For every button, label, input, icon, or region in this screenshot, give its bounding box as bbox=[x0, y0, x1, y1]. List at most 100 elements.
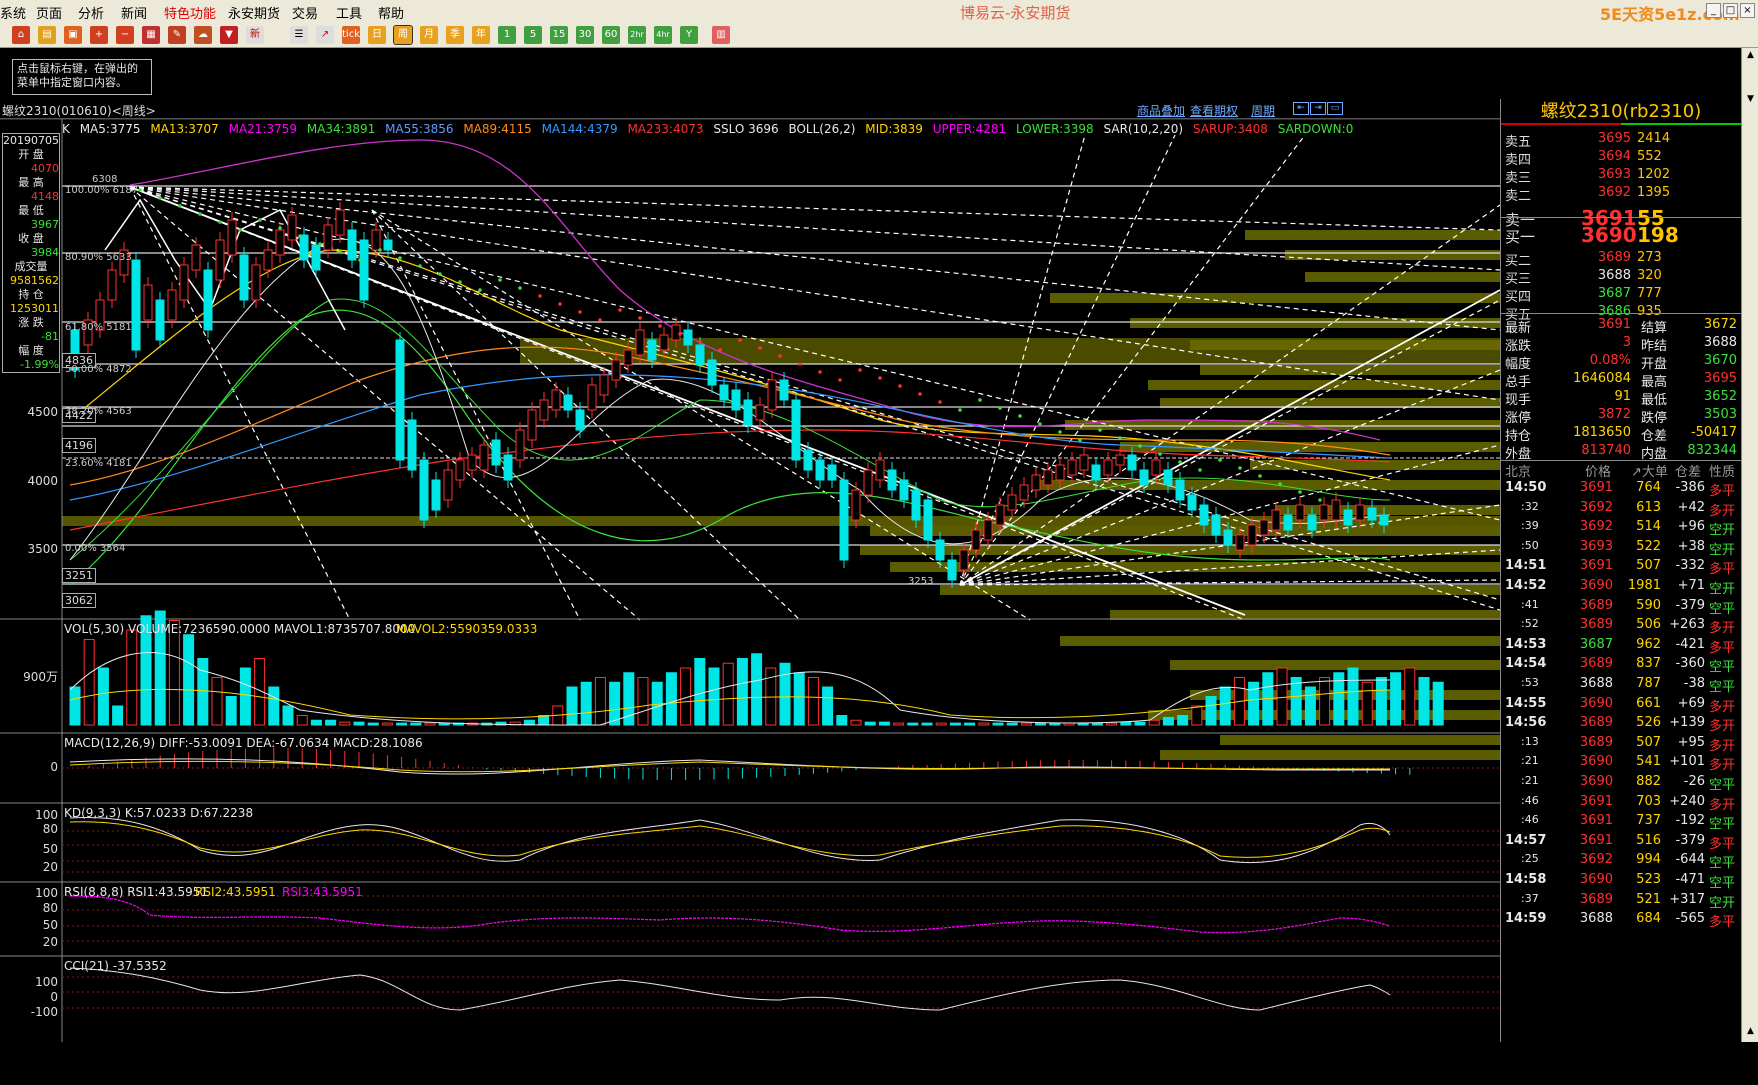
scroll-down-icon[interactable]: ▼ bbox=[1745, 94, 1756, 105]
sar-dot bbox=[978, 398, 982, 402]
volume-bar bbox=[1290, 677, 1302, 726]
tick-nature: 多开 bbox=[1709, 621, 1736, 637]
ask-price: 3694 bbox=[1597, 149, 1631, 164]
stat-label: 跌停 bbox=[1641, 411, 1668, 426]
volume-bar bbox=[197, 658, 209, 726]
quote-title[interactable]: 螺纹2310(rb2310) bbox=[1501, 99, 1741, 125]
volume-bar bbox=[836, 715, 848, 726]
tick-volume: 521 bbox=[1636, 891, 1661, 907]
candle-down bbox=[383, 239, 393, 251]
scroll-up-icon[interactable]: ▲ bbox=[1745, 1026, 1756, 1037]
sar-dot bbox=[438, 272, 442, 276]
volume-bar bbox=[893, 722, 905, 726]
stat-value: 813740 bbox=[1581, 443, 1631, 458]
candle-down bbox=[695, 344, 705, 366]
candle-up bbox=[767, 379, 777, 411]
candle-up bbox=[515, 429, 525, 461]
sar-dot bbox=[678, 332, 682, 336]
candle-down bbox=[887, 469, 897, 491]
ask-row[interactable]: 卖二 3692 1395 bbox=[1501, 185, 1742, 205]
stat-row: 总手 1646084 最高 3695 bbox=[1501, 371, 1742, 391]
tick-price: 3693 bbox=[1579, 538, 1613, 554]
sar-dot bbox=[338, 250, 342, 254]
volume-bar bbox=[538, 715, 550, 726]
sar-dot bbox=[478, 288, 482, 292]
candle-up bbox=[1295, 504, 1305, 521]
tick-volume: 523 bbox=[1636, 872, 1661, 887]
minimize-button[interactable]: _ bbox=[1706, 3, 1721, 18]
bid-row[interactable]: 买四 3687 777 bbox=[1501, 286, 1742, 306]
tick-nature: 多开 bbox=[1709, 719, 1736, 735]
tick-time: :53 bbox=[1521, 676, 1539, 689]
tick-nature: 空平 bbox=[1709, 778, 1736, 793]
bid-row[interactable]: 买三 3688 320 bbox=[1501, 268, 1742, 288]
macd-axis-zero: 0 bbox=[50, 760, 58, 774]
quote-panel: 螺纹2310(rb2310) 卖五 3695 2414 卖四 3694 552 卖三 3693… bbox=[1500, 99, 1742, 1042]
scrollbar[interactable]: ▲ ▼ ▲ ▼ bbox=[1741, 48, 1758, 1084]
volume-bar bbox=[1177, 715, 1189, 726]
sar-dot bbox=[878, 376, 882, 380]
ask-row[interactable]: 卖三 3693 1202 bbox=[1501, 167, 1742, 187]
sar-dot bbox=[718, 348, 722, 352]
ask-row[interactable]: 卖四 3694 552 bbox=[1501, 149, 1742, 169]
volume-bar bbox=[1219, 686, 1231, 726]
low-marker: 3253 bbox=[908, 576, 934, 587]
bid-row[interactable]: 买一 3690 198 bbox=[1501, 223, 1742, 247]
tick-nature: 空平 bbox=[1709, 856, 1736, 872]
tick-volume: 703 bbox=[1636, 793, 1661, 809]
tick-volume: 837 bbox=[1636, 656, 1661, 672]
fib-38: 38.20% 4563 bbox=[65, 406, 132, 417]
tick-oi: -565 bbox=[1675, 911, 1705, 927]
sar-dot bbox=[498, 278, 502, 282]
cci-axis-m100: -100 bbox=[30, 1005, 58, 1019]
tick-time: 14:52 bbox=[1505, 578, 1547, 593]
volume-bar bbox=[1304, 686, 1316, 726]
volume-profile-bar bbox=[1160, 750, 1500, 760]
volume-bar bbox=[609, 681, 621, 726]
bid-row[interactable]: 买二 3689 273 bbox=[1501, 250, 1742, 270]
ask-row[interactable]: 卖五 3695 2414 bbox=[1501, 131, 1742, 151]
sar-dot bbox=[278, 226, 282, 230]
close-button[interactable]: × bbox=[1740, 3, 1755, 18]
stat-value: 3 bbox=[1622, 335, 1631, 350]
sar-dot bbox=[1098, 428, 1102, 432]
volume-bar bbox=[239, 667, 251, 726]
tick-oi: +95 bbox=[1677, 734, 1705, 750]
fib-61: 61.80% 5181 bbox=[65, 322, 132, 333]
kd-axis-80: 80 bbox=[42, 822, 58, 836]
bid-volume: 198 bbox=[1637, 223, 1679, 247]
volume-profile-bar bbox=[1275, 505, 1500, 515]
candle-up bbox=[1031, 474, 1041, 491]
stat-label: 最低 bbox=[1641, 393, 1668, 408]
tick-nature: 多平 bbox=[1709, 562, 1736, 578]
volume-bar bbox=[694, 658, 706, 726]
scroll-down-icon[interactable]: ▼ bbox=[1745, 1074, 1756, 1085]
volume-bar bbox=[978, 722, 990, 726]
restore-button[interactable]: □ bbox=[1723, 3, 1738, 18]
candle-down bbox=[719, 384, 729, 401]
stat-value: 3691 bbox=[1597, 317, 1631, 332]
bid-price: 3687 bbox=[1597, 286, 1631, 301]
vol-legend-2: MAVOL2:5590359.0333 bbox=[396, 622, 538, 636]
volume-bar bbox=[1347, 667, 1359, 726]
level-box-3062: 3062 bbox=[62, 593, 96, 608]
kd-axis-50: 50 bbox=[42, 842, 58, 856]
open-label: 开 盘 bbox=[18, 148, 44, 161]
sar-dot bbox=[638, 316, 642, 320]
scroll-up-icon[interactable]: ▲ bbox=[1745, 50, 1756, 61]
stat-label: 结算 bbox=[1641, 321, 1668, 336]
candle-down bbox=[407, 419, 417, 471]
candle-down bbox=[431, 479, 441, 511]
candle-up bbox=[851, 489, 861, 521]
pct-label: 幅 度 bbox=[18, 344, 44, 357]
bid-label: 买二 bbox=[1505, 254, 1532, 269]
tick-time: 14:58 bbox=[1505, 872, 1547, 887]
sar-dot bbox=[158, 196, 162, 200]
tick-price: 3691 bbox=[1579, 480, 1613, 495]
tick-oi: -38 bbox=[1683, 676, 1705, 691]
volume-bar bbox=[353, 721, 365, 726]
candle-up bbox=[455, 459, 465, 481]
volume-bar bbox=[1120, 721, 1132, 726]
tick-volume: 684 bbox=[1636, 911, 1661, 927]
stat-label: 最高 bbox=[1641, 375, 1668, 390]
